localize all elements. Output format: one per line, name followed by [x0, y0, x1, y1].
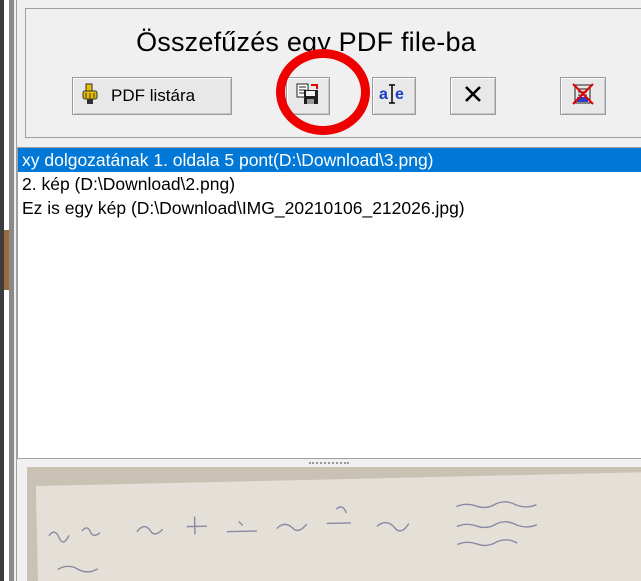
splitter-handle[interactable]: [17, 459, 641, 467]
panel-title: Összefűzés egy PDF file-ba: [136, 27, 476, 57]
save-to-pdf-button[interactable]: [286, 77, 330, 115]
background-window-edge: [0, 0, 14, 581]
ocr-button[interactable]: a e: [372, 77, 416, 115]
list-item[interactable]: xy dolgozatának 1. oldala 5 pont(D:\Down…: [18, 148, 641, 172]
window-border: [0, 0, 4, 581]
pdf-file-list[interactable]: xy dolgozatának 1. oldala 5 pont(D:\Down…: [17, 147, 641, 459]
header-group: Összefűzés egy PDF file-ba PDF listára a…: [25, 8, 641, 138]
close-icon: [463, 84, 483, 109]
pdf-list-label: PDF listára: [111, 86, 196, 105]
list-item[interactable]: Ez is egy kép (D:\Download\IMG_20210106_…: [18, 196, 641, 220]
clear-list-icon: [572, 82, 594, 110]
window-frame: [9, 0, 14, 581]
clear-list-button[interactable]: [560, 77, 606, 115]
hand-pointer-icon: [81, 83, 101, 110]
svg-text:e: e: [395, 86, 404, 103]
preview-paper: [35, 471, 641, 581]
pdf-list-button[interactable]: PDF listára: [72, 77, 232, 115]
image-preview: [27, 467, 641, 581]
delete-item-button[interactable]: [450, 77, 496, 115]
text-cursor-icon: a e: [379, 82, 409, 111]
list-item[interactable]: 2. kép (D:\Download\2.png): [18, 172, 641, 196]
svg-text:a: a: [379, 86, 388, 103]
splitter-grip: [309, 462, 349, 466]
merge-pdf-panel: Összefűzés egy PDF file-ba PDF listára a…: [16, 0, 641, 581]
copy-save-icon: [296, 83, 320, 110]
